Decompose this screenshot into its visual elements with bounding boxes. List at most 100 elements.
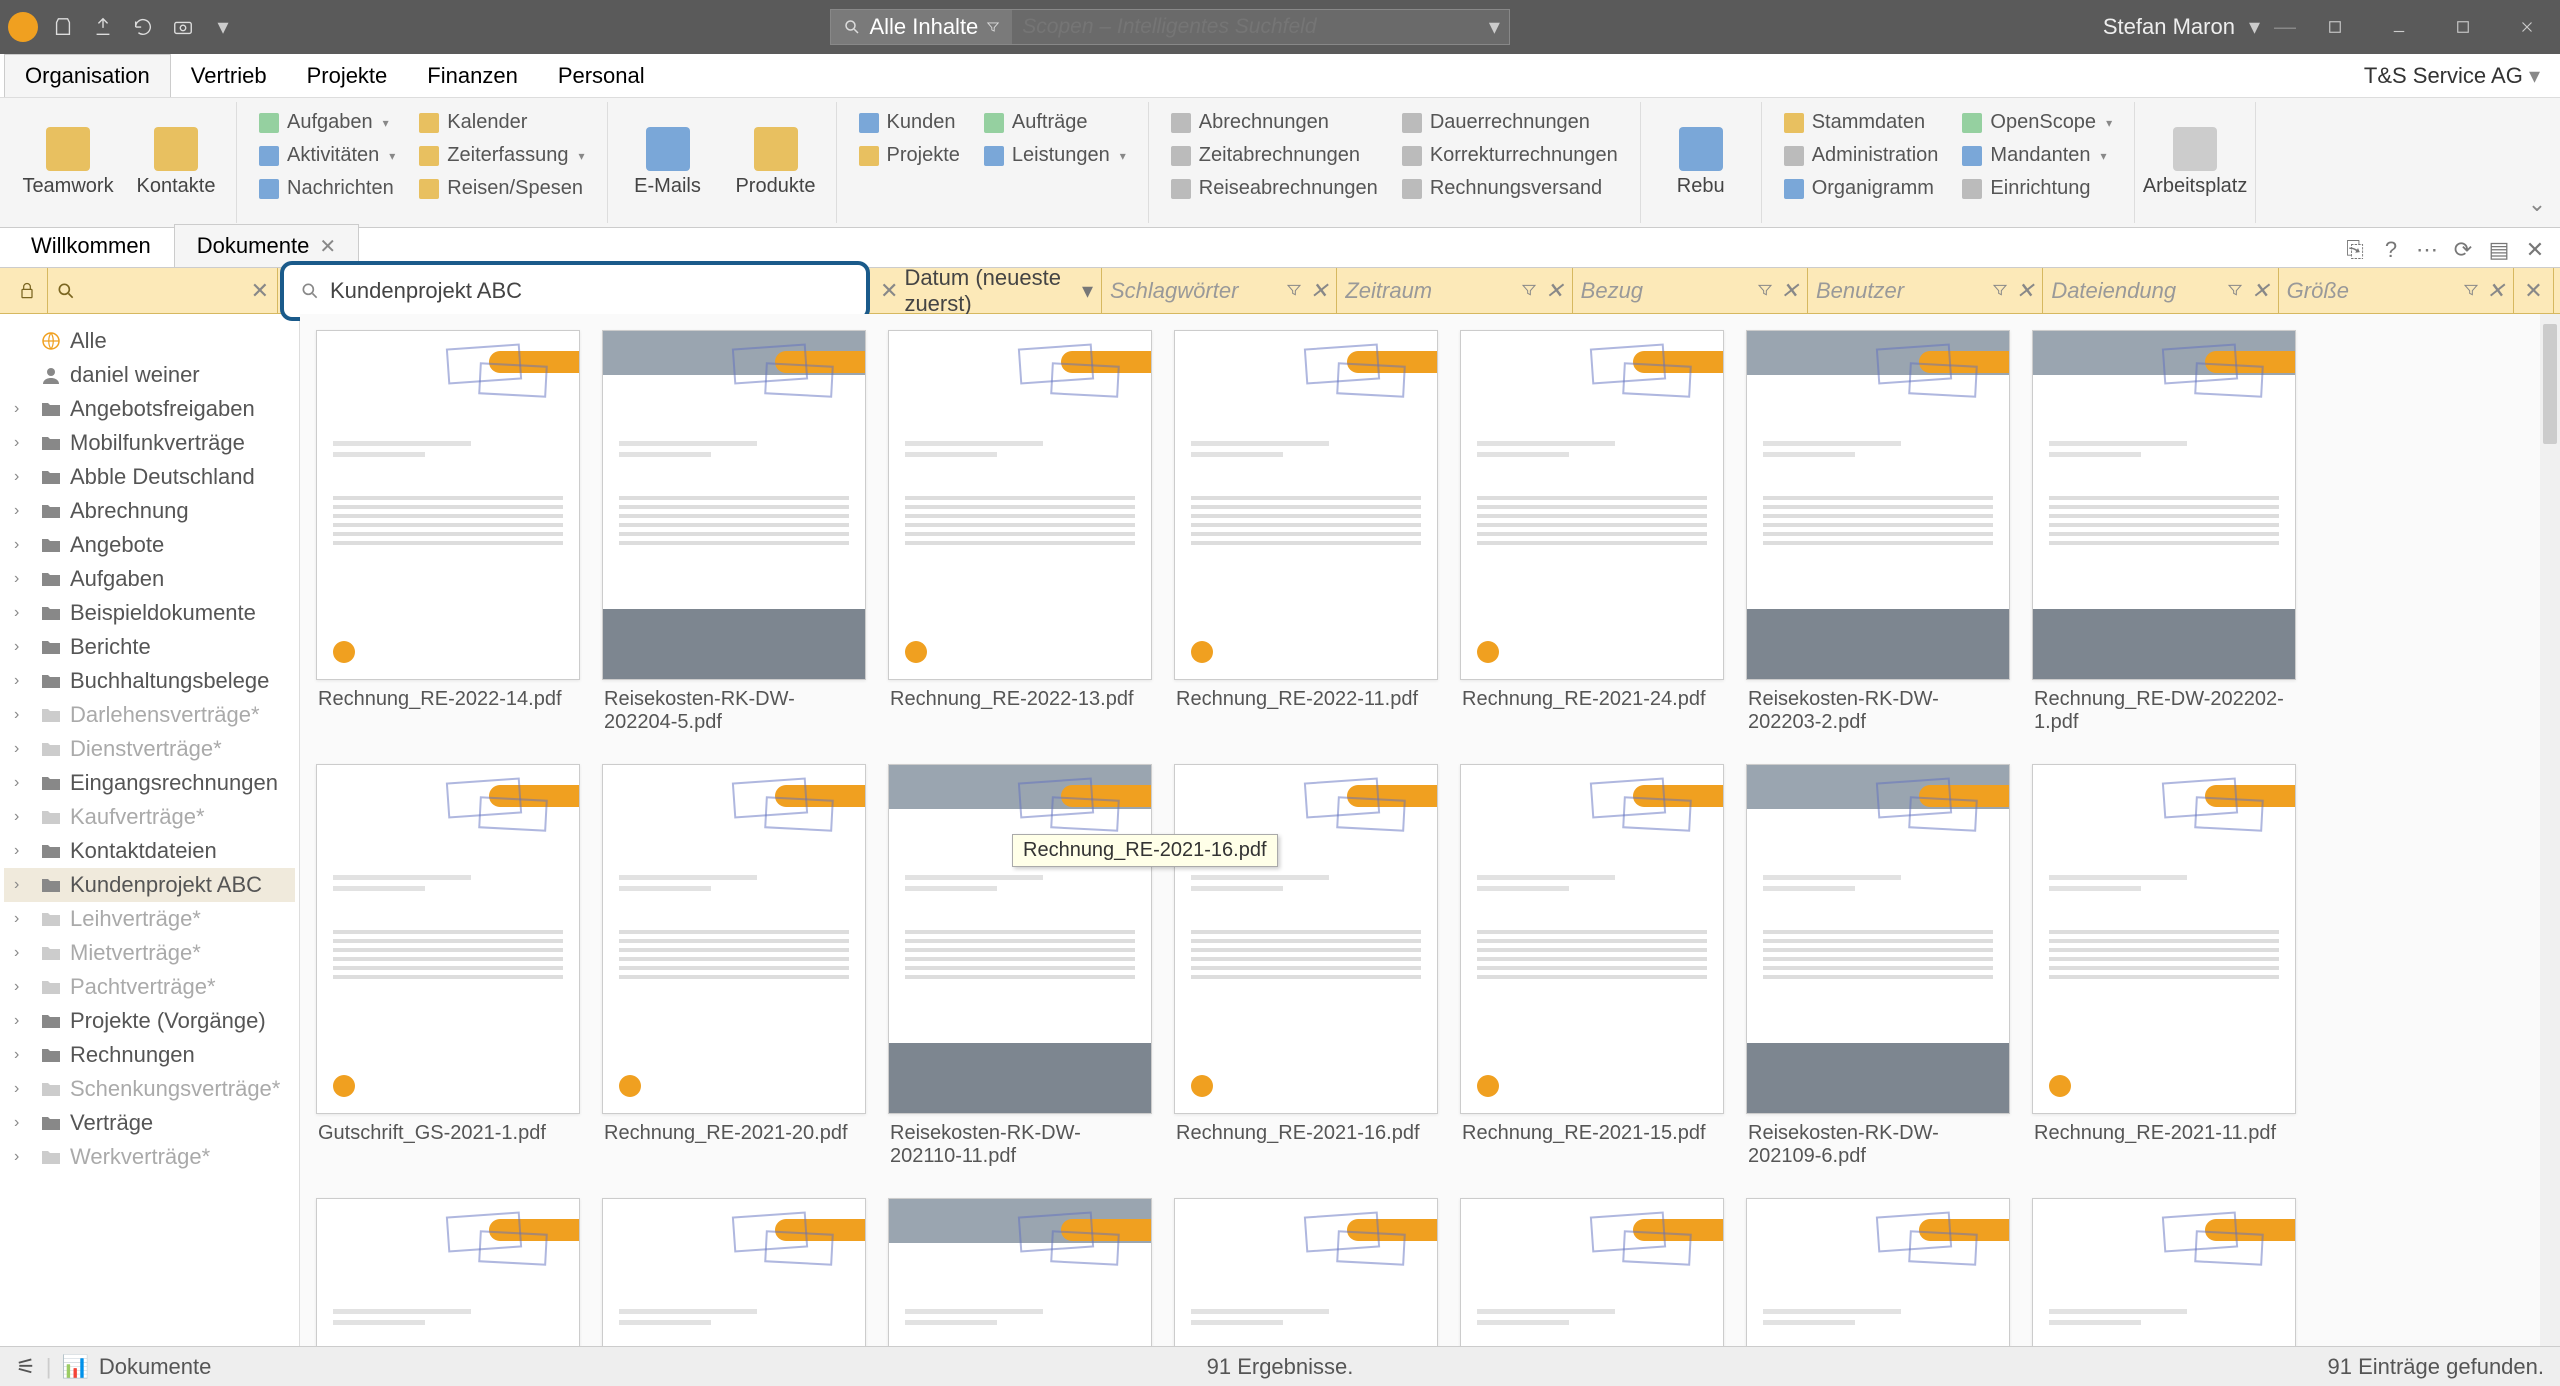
close-panel-icon[interactable]: ✕: [2522, 237, 2548, 263]
tree-folder-leihverträge-[interactable]: ›Leihverträge*: [4, 902, 295, 936]
filter-bezug[interactable]: Bezug✕: [1573, 268, 1808, 313]
funnel-icon[interactable]: [1992, 278, 2008, 304]
tree-folder-kundenprojekt-abc[interactable]: ›Kundenprojekt ABC: [4, 868, 295, 902]
document-card[interactable]: Rechnung_RE-2021-16.pdf: [1174, 764, 1438, 1176]
document-card[interactable]: Rechnung_RE-2022-11.pdf: [1174, 330, 1438, 742]
lock-cell[interactable]: [6, 268, 48, 313]
aufgaben-button[interactable]: Aufgaben▾: [253, 108, 401, 137]
document-card[interactable]: Rechnung_RE-2021-10.pdf: [316, 1198, 580, 1346]
filter-größe[interactable]: Größe✕: [2279, 268, 2514, 313]
sort-dropdown-icon[interactable]: ▾: [1082, 278, 1093, 304]
document-card[interactable]: Rechnung_RE-2022-13.pdf: [888, 330, 1152, 742]
window-maximize[interactable]: [2438, 9, 2488, 45]
document-card[interactable]: Rechnung_RE-2021-15.pdf: [1460, 764, 1724, 1176]
document-card[interactable]: Rechnung_RE-2021-9.pdf: [602, 1198, 866, 1346]
clear-filter-icon[interactable]: ✕: [1781, 278, 1799, 304]
tree-folder-rechnungen[interactable]: ›Rechnungen: [4, 1038, 295, 1072]
qat-refresh[interactable]: [128, 12, 158, 42]
aktivitaeten-button[interactable]: Aktivitäten▾: [253, 141, 401, 170]
search-scope[interactable]: Alle Inhalte: [831, 10, 1012, 44]
filter-dateiendung[interactable]: Dateiendung✕: [2043, 268, 2278, 313]
layout-icon[interactable]: ▤: [2486, 237, 2512, 263]
clear-filter-icon[interactable]: ✕: [1310, 278, 1328, 304]
tree-folder-abble-deutschland[interactable]: ›Abble Deutschland: [4, 460, 295, 494]
document-card[interactable]: [1460, 1198, 1724, 1346]
window-close[interactable]: [2502, 9, 2552, 45]
funnel-icon[interactable]: [1521, 278, 1537, 304]
tree-folder-angebote[interactable]: ›Angebote: [4, 528, 295, 562]
nachrichten-button[interactable]: Nachrichten: [253, 174, 401, 203]
tree-folder-pachtverträge-[interactable]: ›Pachtverträge*: [4, 970, 295, 1004]
scrollbar-vertical[interactable]: [2540, 314, 2560, 1346]
leistungen-button[interactable]: Leistungen▾: [978, 141, 1132, 170]
document-card[interactable]: Rechnung_RE-2022-14.pdf: [316, 330, 580, 742]
document-card[interactable]: Reisekosten-RK-DW-202109-6.pdf: [1746, 764, 2010, 1176]
rebu-button[interactable]: Rebu: [1651, 121, 1751, 204]
document-card[interactable]: Reisekosten-RK-DW-202203-2.pdf: [1746, 330, 2010, 742]
menu-tab-vertrieb[interactable]: Vertrieb: [171, 54, 287, 97]
clear-filter-icon[interactable]: ✕: [1545, 278, 1563, 304]
mandanten-button[interactable]: Mandanten▾: [1956, 141, 2118, 170]
doc-action-1[interactable]: ⎘: [2342, 237, 2368, 263]
tree-folder-angebotsfreigaben[interactable]: ›Angebotsfreigaben: [4, 392, 295, 426]
emails-button[interactable]: E-Mails: [618, 121, 718, 204]
tree-folder-verträge[interactable]: ›Verträge: [4, 1106, 295, 1140]
tree-folder-werkverträge-[interactable]: ›Werkverträge*: [4, 1140, 295, 1174]
menu-tab-organisation[interactable]: Organisation: [4, 54, 171, 97]
zeitabrechnungen-button[interactable]: Zeitabrechnungen: [1165, 141, 1384, 170]
auftraege-button[interactable]: Aufträge: [978, 108, 1132, 137]
document-card[interactable]: Reisekosten-RK-DW-202110-11.pdf: [888, 764, 1152, 1176]
projekte-button[interactable]: Projekte: [853, 141, 966, 170]
refresh-icon[interactable]: ⟳: [2450, 237, 2476, 263]
tree-folder-kaufverträge-[interactable]: ›Kaufverträge*: [4, 800, 295, 834]
search-dropdown[interactable]: ▾: [1479, 14, 1509, 40]
tree-folder-projekte--vorgänge-[interactable]: ›Projekte (Vorgänge): [4, 1004, 295, 1038]
tree-folder-schenkungsverträge-[interactable]: ›Schenkungsverträge*: [4, 1072, 295, 1106]
menu-tab-personal[interactable]: Personal: [538, 54, 665, 97]
clear-filter-icon[interactable]: ✕: [2487, 278, 2505, 304]
teamwork-button[interactable]: Teamwork: [18, 121, 118, 204]
funnel-icon[interactable]: [1757, 278, 1773, 304]
document-card[interactable]: Gutschrift_GS-2021-1.pdf: [316, 764, 580, 1176]
ribbon-expand-icon[interactable]: ⌄: [2522, 102, 2552, 223]
clear-icon[interactable]: ✕: [251, 278, 269, 304]
filter-schlagwörter[interactable]: Schlagwörter✕: [1102, 268, 1337, 313]
tree-folder-aufgaben[interactable]: ›Aufgaben: [4, 562, 295, 596]
rechnungsversand-button[interactable]: Rechnungsversand: [1396, 174, 1624, 203]
window-maximize-alt[interactable]: [2310, 9, 2360, 45]
tree-folder-abrechnung[interactable]: ›Abrechnung: [4, 494, 295, 528]
document-card[interactable]: [2032, 1198, 2296, 1346]
document-card[interactable]: Rechnung_RE-DW-202202-1.pdf: [2032, 330, 2296, 742]
tree-folder-mietverträge-[interactable]: ›Mietverträge*: [4, 936, 295, 970]
funnel-icon[interactable]: [2227, 278, 2243, 304]
more-icon[interactable]: ⋯: [2414, 237, 2440, 263]
tree-folder-buchhaltungsbelege[interactable]: ›Buchhaltungsbelege: [4, 664, 295, 698]
tree-folder-mobilfunkverträge[interactable]: ›Mobilfunkverträge: [4, 426, 295, 460]
menu-tab-projekte[interactable]: Projekte: [287, 54, 408, 97]
clear-filter-icon[interactable]: ✕: [2251, 278, 2269, 304]
clear-filter-icon[interactable]: ✕: [2016, 278, 2034, 304]
menu-tab-finanzen[interactable]: Finanzen: [407, 54, 538, 97]
funnel-icon[interactable]: [1286, 278, 1302, 304]
tree-daniel-weiner[interactable]: daniel weiner: [4, 358, 295, 392]
app-icon[interactable]: [8, 12, 38, 42]
company-selector[interactable]: T&S Service AG ▾: [2348, 63, 2556, 89]
stammdaten-button[interactable]: Stammdaten: [1778, 108, 1945, 137]
sidebar-search[interactable]: ✕: [48, 268, 278, 313]
main-search-input[interactable]: [320, 278, 850, 304]
doc-tab-willkommen[interactable]: Willkommen: [8, 224, 174, 267]
kalender-button[interactable]: Kalender: [413, 108, 590, 137]
document-card[interactable]: [888, 1198, 1152, 1346]
qat-more[interactable]: ▾: [208, 12, 238, 42]
document-card[interactable]: [1174, 1198, 1438, 1346]
tree-folder-darlehensverträge-[interactable]: ›Darlehensverträge*: [4, 698, 295, 732]
filter-zeitraum[interactable]: Zeitraum✕: [1337, 268, 1572, 313]
qat-button-1[interactable]: [48, 12, 78, 42]
funnel-icon[interactable]: [2463, 278, 2479, 304]
document-card[interactable]: [1746, 1198, 2010, 1346]
global-search-input[interactable]: [1012, 15, 1479, 39]
reisen-button[interactable]: Reisen/Spesen: [413, 174, 590, 203]
clear-sort-icon[interactable]: ✕: [880, 278, 898, 304]
tree-folder-eingangsrechnungen[interactable]: ›Eingangsrechnungen: [4, 766, 295, 800]
document-card[interactable]: Rechnung_RE-2021-11.pdf: [2032, 764, 2296, 1176]
